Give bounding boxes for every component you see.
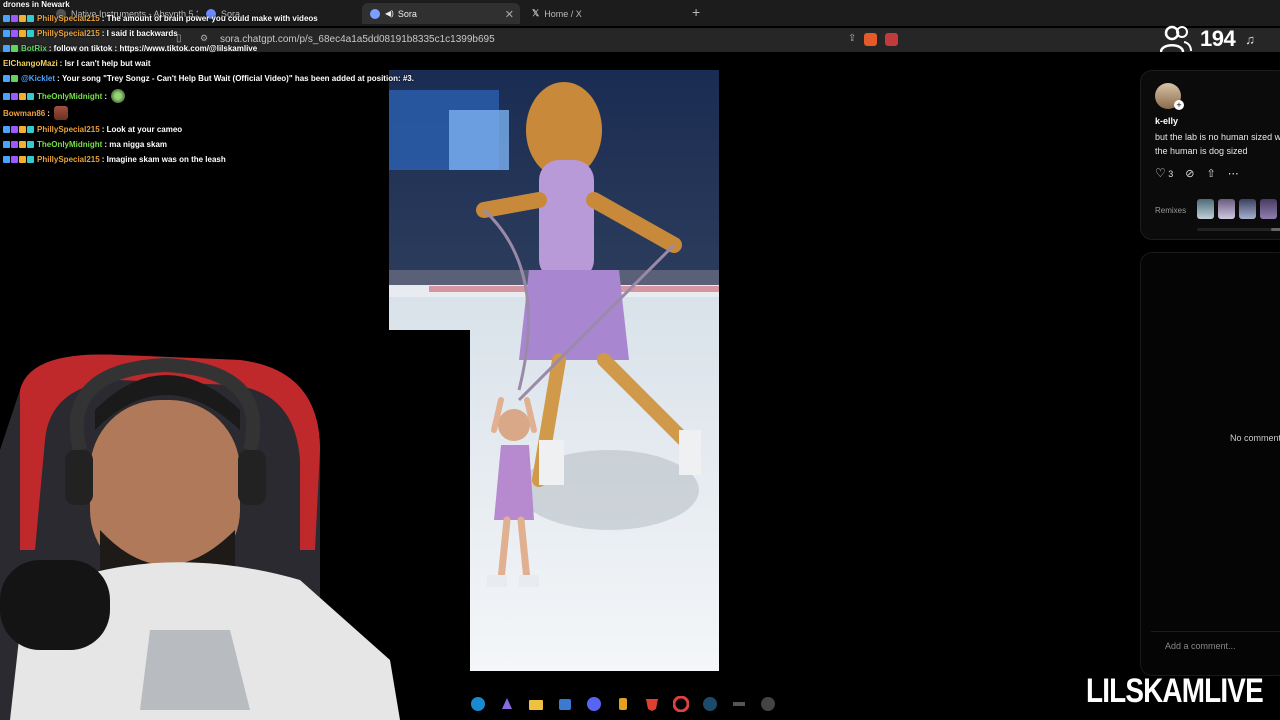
discord-icon[interactable]	[584, 694, 604, 714]
remix-icon[interactable]: ⊘	[1185, 167, 1194, 180]
comment-input[interactable]: Add a comment...	[1151, 631, 1280, 657]
folder-icon[interactable]	[526, 694, 546, 714]
chat-message: PhillySpecial215: Look at your cameo	[3, 125, 182, 134]
heart-icon: ♡	[1155, 166, 1166, 180]
chat-message: PhillySpecial215: Imagine skam was on th…	[3, 155, 226, 164]
app-icon[interactable]	[729, 694, 749, 714]
chat-badges	[3, 30, 34, 37]
steam-icon[interactable]	[700, 694, 720, 714]
post-username[interactable]: k-elly	[1155, 116, 1178, 126]
music-icon: ♫	[1245, 31, 1255, 47]
edge-icon[interactable]	[468, 694, 488, 714]
sora-icon	[370, 8, 380, 19]
scrollbar-thumb[interactable]	[1271, 228, 1280, 231]
webcam-feed	[0, 330, 470, 720]
chat-message: Bowman86:	[3, 106, 68, 120]
emote-icon	[53, 106, 68, 120]
avatar[interactable]: +	[1155, 83, 1184, 110]
no-comments-text: No comments	[1230, 433, 1280, 443]
like-count: 3	[1168, 169, 1174, 179]
brave-rewards-icon[interactable]	[885, 33, 899, 46]
tab-sora-active[interactable]: ◀) Sora ✕	[362, 3, 520, 24]
remix-thumbnail[interactable]	[1260, 199, 1277, 219]
follow-plus-icon[interactable]: +	[1174, 100, 1184, 110]
close-tab-icon[interactable]: ✕	[505, 8, 514, 21]
remix-thumbnail[interactable]	[1197, 199, 1214, 219]
chat-message: @Kicklet: Your song "Trey Songz - Can't …	[3, 74, 414, 83]
share-icon[interactable]: ⇧	[1207, 167, 1216, 180]
post-actions: ♡ 3 ⊘ ⇧ ⋯	[1155, 166, 1239, 180]
viewer-counter: 194 ♫	[1160, 24, 1255, 54]
chat-badges	[3, 141, 34, 148]
new-tab-button[interactable]: +	[692, 4, 700, 20]
chat-badges	[3, 15, 34, 22]
remix-thumbnails	[1197, 199, 1277, 219]
chat-message: TheOnlyMidnight:	[3, 89, 125, 103]
emote-icon	[111, 89, 125, 103]
x-logo-icon: 𝕏	[532, 8, 540, 18]
streamer-image	[0, 330, 470, 720]
chat-header: drones in Newark	[3, 0, 70, 9]
url-text[interactable]: sora.chatgpt.com/p/s_68ec4a1a5dd08191b83…	[220, 34, 495, 45]
channel-brand: LILSKAMLIVE	[1086, 672, 1264, 710]
obs-icon[interactable]	[613, 694, 633, 714]
chat-badges	[3, 156, 34, 163]
brave-icon[interactable]	[642, 694, 662, 714]
chat-badges	[3, 45, 18, 52]
chat-message: TheOnlyMidnight: ma nigga skam	[3, 140, 167, 149]
share-icon[interactable]: ⇪	[848, 33, 856, 46]
chrome-icon[interactable]	[671, 694, 691, 714]
viewer-count: 194	[1200, 26, 1236, 51]
post-details-panel: + k-elly but the lab is no human sized w…	[1140, 70, 1280, 240]
4k-icon[interactable]	[758, 694, 778, 714]
taskbar	[468, 692, 788, 716]
remix-thumbnail[interactable]	[1239, 199, 1256, 219]
chat-message: ElChangoMazi: lsr I can't help but wait	[3, 59, 151, 68]
chat-badges	[3, 92, 34, 100]
chat-badges	[3, 126, 34, 133]
tab-home-x[interactable]: 𝕏 Home / X	[524, 3, 684, 24]
viewers-icon	[1160, 25, 1192, 53]
chat-message: PhillySpecial215: The amount of brain po…	[3, 14, 318, 23]
comments-panel: No comments Add a comment...	[1140, 252, 1280, 676]
brave-shield-icon[interactable]	[864, 33, 878, 46]
site-info-icon[interactable]: ⚙	[200, 33, 208, 44]
speaker-icon: ◀)	[385, 9, 394, 18]
store-icon[interactable]	[555, 694, 575, 714]
like-button[interactable]: ♡ 3	[1155, 166, 1173, 180]
more-icon[interactable]: ⋯	[1228, 167, 1239, 180]
remix-thumbnail[interactable]	[1218, 199, 1235, 219]
remix-scrollbar[interactable]	[1197, 228, 1280, 231]
chat-message: BotRix: follow on tiktok : https://www.t…	[3, 44, 257, 53]
remixes-label: Remixes	[1155, 206, 1187, 215]
chat-badges	[3, 75, 18, 82]
copilot-icon[interactable]	[497, 694, 517, 714]
post-caption: but the lab is no human sized w the huma…	[1155, 132, 1280, 156]
chat-message: PhillySpecial215: I said it backwards	[3, 29, 178, 38]
